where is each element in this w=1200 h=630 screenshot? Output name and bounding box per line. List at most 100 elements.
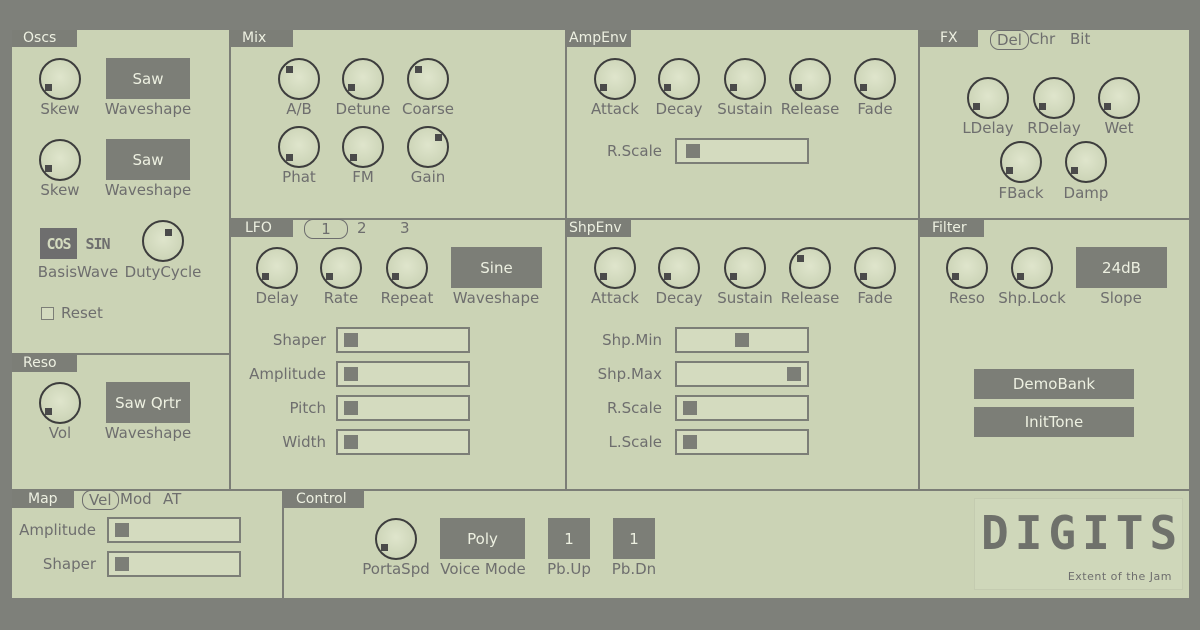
lfo-pitch-slider[interactable] bbox=[336, 395, 470, 421]
slider-thumb[interactable] bbox=[115, 523, 130, 537]
slider-thumb[interactable] bbox=[786, 367, 801, 381]
fx-wet-label: Wet bbox=[1104, 119, 1134, 137]
slider-thumb[interactable] bbox=[115, 557, 130, 571]
ampenv-panel-title: AmpEnv bbox=[567, 30, 631, 47]
divider bbox=[918, 30, 920, 490]
lfo-width-slider[interactable] bbox=[336, 429, 470, 455]
voice-mode-button[interactable]: Poly bbox=[440, 518, 525, 559]
lfo-amplitude-slider[interactable] bbox=[336, 361, 470, 387]
map-tab-at[interactable]: AT bbox=[163, 490, 181, 508]
duty-cycle-knob[interactable] bbox=[142, 220, 184, 262]
lfo-delay-knob[interactable] bbox=[256, 247, 298, 289]
map-shaper-slider[interactable] bbox=[107, 551, 241, 577]
fx-damp-knob[interactable] bbox=[1065, 141, 1107, 183]
osc1-waveshape-button[interactable]: Saw bbox=[106, 58, 190, 99]
fx-rdelay-knob[interactable] bbox=[1033, 77, 1075, 119]
slider-thumb[interactable] bbox=[683, 401, 698, 415]
slider-thumb[interactable] bbox=[344, 401, 359, 415]
shpenv-shpmax-slider[interactable] bbox=[675, 361, 809, 387]
duty-cycle-label: DutyCycle bbox=[124, 263, 202, 281]
shpenv-fade-knob[interactable] bbox=[854, 247, 896, 289]
filter-reso-knob[interactable] bbox=[946, 247, 988, 289]
lfo-repeat-knob[interactable] bbox=[386, 247, 428, 289]
mix-panel-title: Mix bbox=[231, 30, 293, 47]
lfo-shaper-label: Shaper bbox=[272, 331, 326, 349]
oscs-panel-title: Oscs bbox=[12, 30, 77, 47]
pbup-button[interactable]: 1 bbox=[548, 518, 590, 559]
shpenv-rscale-slider[interactable] bbox=[675, 395, 809, 421]
ampenv-decay-knob[interactable] bbox=[658, 58, 700, 100]
shpenv-shpmin-slider[interactable] bbox=[675, 327, 809, 353]
filter-slope-label: Slope bbox=[1100, 289, 1142, 307]
map-tab-mod[interactable]: Mod bbox=[120, 490, 152, 508]
inittone-button[interactable]: InitTone bbox=[974, 407, 1134, 437]
reset-checkbox[interactable] bbox=[41, 307, 54, 320]
reset-label: Reset bbox=[61, 304, 103, 322]
map-amplitude-slider[interactable] bbox=[107, 517, 241, 543]
basis-cos-icon[interactable]: COS bbox=[40, 228, 77, 259]
osc1-skew-knob[interactable] bbox=[39, 58, 81, 100]
pbdn-label: Pb.Dn bbox=[611, 560, 657, 578]
shpenv-release-knob[interactable] bbox=[789, 247, 831, 289]
osc2-waveshape-button[interactable]: Saw bbox=[106, 139, 190, 180]
ampenv-release-knob[interactable] bbox=[789, 58, 831, 100]
lfo-tab-1[interactable]: 1 bbox=[304, 219, 348, 239]
demobank-button[interactable]: DemoBank bbox=[974, 369, 1134, 399]
logo-tagline: Extent of the Jam bbox=[1067, 570, 1172, 583]
filter-shplock-knob[interactable] bbox=[1011, 247, 1053, 289]
lfo-shaper-slider[interactable] bbox=[336, 327, 470, 353]
fx-damp-label: Damp bbox=[1063, 184, 1109, 202]
osc2-skew-knob[interactable] bbox=[39, 139, 81, 181]
control-panel-title: Control bbox=[284, 491, 364, 508]
shpenv-sustain-knob[interactable] bbox=[724, 247, 766, 289]
fx-tab-chr[interactable]: Chr bbox=[1029, 30, 1055, 48]
pbdn-button[interactable]: 1 bbox=[613, 518, 655, 559]
slider-thumb[interactable] bbox=[686, 144, 701, 158]
map-shaper-label: Shaper bbox=[42, 555, 96, 573]
lfo-pitch-label: Pitch bbox=[289, 399, 326, 417]
lfo-rate-knob[interactable] bbox=[320, 247, 362, 289]
filter-panel-title: Filter bbox=[920, 220, 984, 237]
shpenv-attack-knob[interactable] bbox=[594, 247, 636, 289]
ampenv-fade-knob[interactable] bbox=[854, 58, 896, 100]
portaspd-knob[interactable] bbox=[375, 518, 417, 560]
basis-sin-text: SIN bbox=[85, 234, 110, 253]
shpenv-lscale-slider[interactable] bbox=[675, 429, 809, 455]
shpenv-shpmax-label: Shp.Max bbox=[597, 365, 662, 383]
map-tab-vel[interactable]: Vel bbox=[82, 490, 119, 510]
mix-detune-knob[interactable] bbox=[342, 58, 384, 100]
fx-fback-knob[interactable] bbox=[1000, 141, 1042, 183]
lfo-amplitude-label: Amplitude bbox=[249, 365, 326, 383]
mix-coarse-label: Coarse bbox=[401, 100, 455, 118]
logo: DIGITS Extent of the Jam bbox=[974, 498, 1183, 590]
lfo-tab-3[interactable]: 3 bbox=[400, 219, 410, 237]
mix-coarse-knob[interactable] bbox=[407, 58, 449, 100]
mix-fm-knob[interactable] bbox=[342, 126, 384, 168]
slider-thumb[interactable] bbox=[735, 333, 749, 347]
ampenv-attack-knob[interactable] bbox=[594, 58, 636, 100]
filter-slope-button[interactable]: 24dB bbox=[1076, 247, 1167, 288]
slider-thumb[interactable] bbox=[683, 435, 698, 449]
fx-ldelay-knob[interactable] bbox=[967, 77, 1009, 119]
divider bbox=[229, 30, 231, 490]
basis-sin-icon[interactable]: SIN bbox=[79, 228, 116, 259]
reso-vol-knob[interactable] bbox=[39, 382, 81, 424]
shpenv-shpmin-label: Shp.Min bbox=[602, 331, 662, 349]
slider-thumb[interactable] bbox=[344, 367, 359, 381]
fx-wet-knob[interactable] bbox=[1098, 77, 1140, 119]
lfo-tab-2[interactable]: 2 bbox=[357, 219, 367, 237]
mix-gain-knob[interactable] bbox=[407, 126, 449, 168]
lfo-waveshape-button[interactable]: Sine bbox=[451, 247, 542, 288]
map-panel-title: Map bbox=[12, 491, 74, 508]
mix-ab-knob[interactable] bbox=[278, 58, 320, 100]
mix-phat-knob[interactable] bbox=[278, 126, 320, 168]
divider bbox=[230, 218, 1189, 220]
ampenv-rscale-slider[interactable] bbox=[675, 138, 809, 164]
shpenv-decay-knob[interactable] bbox=[658, 247, 700, 289]
fx-tab-bit[interactable]: Bit bbox=[1070, 30, 1090, 48]
slider-thumb[interactable] bbox=[344, 435, 359, 449]
ampenv-sustain-knob[interactable] bbox=[724, 58, 766, 100]
shpenv-rscale-label: R.Scale bbox=[606, 399, 662, 417]
fx-tab-del[interactable]: Del bbox=[990, 30, 1029, 50]
slider-thumb[interactable] bbox=[344, 333, 359, 347]
